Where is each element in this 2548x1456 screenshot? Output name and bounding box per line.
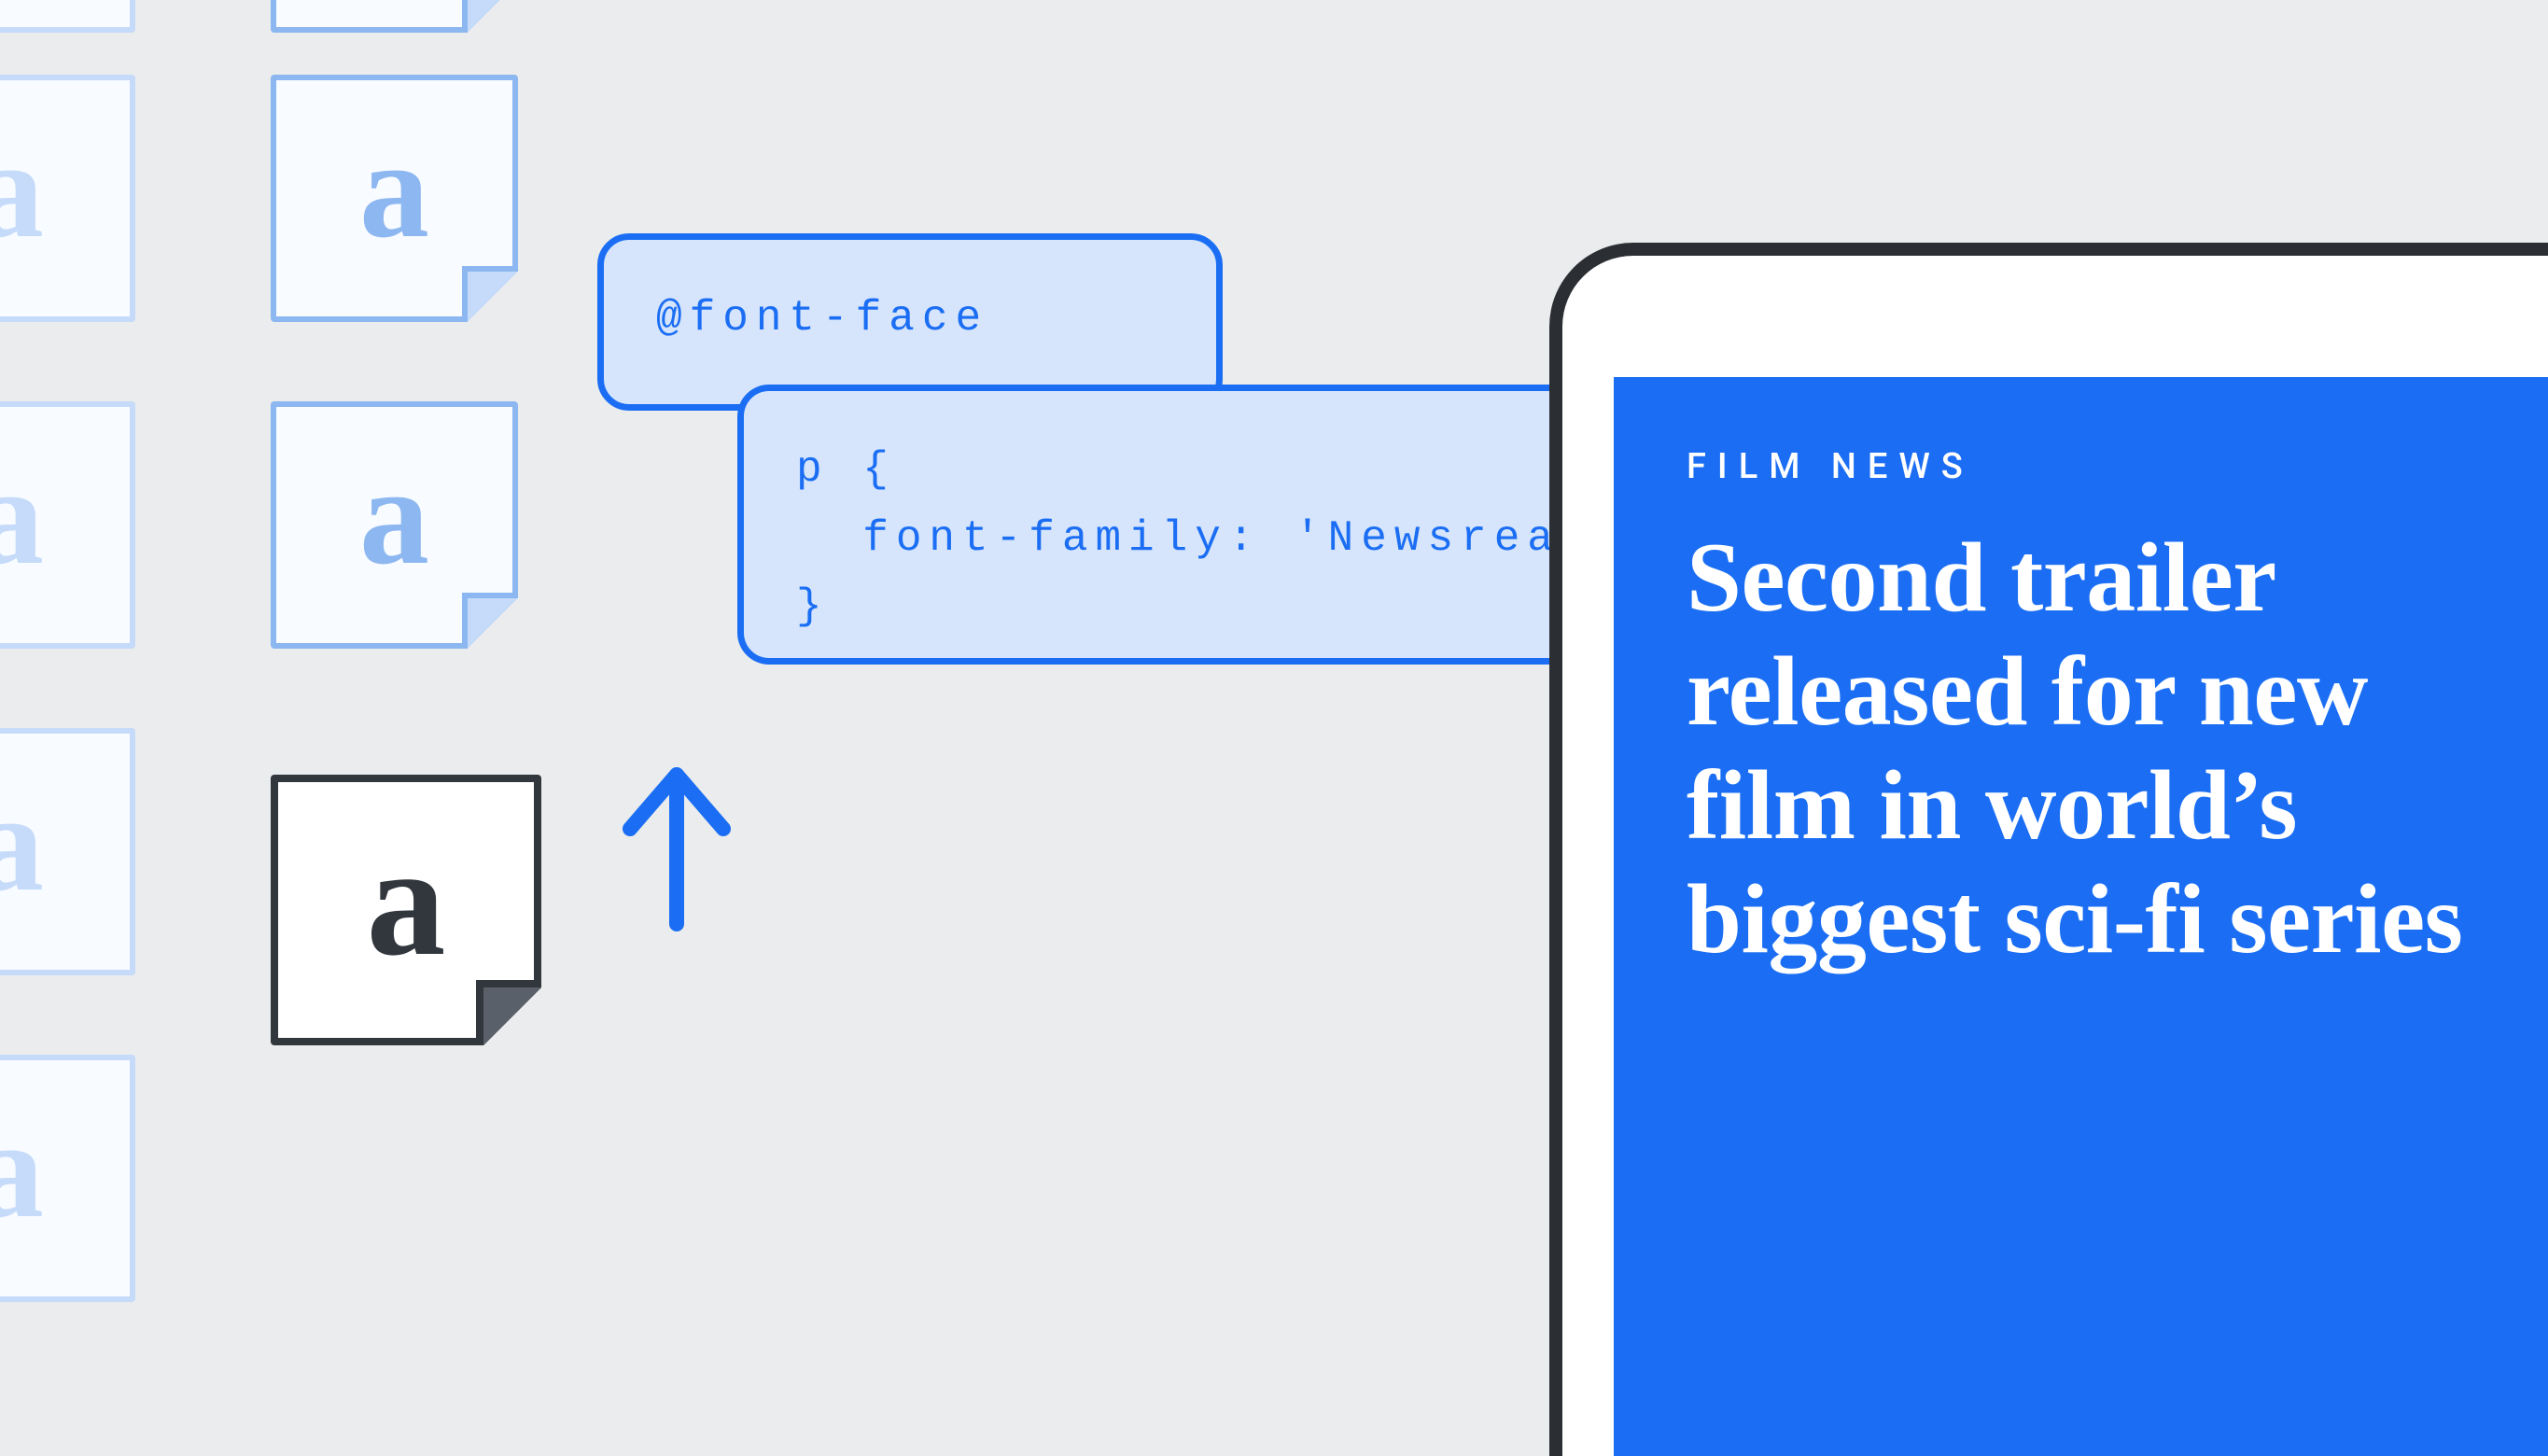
page-fold-icon <box>476 980 541 1045</box>
font-file-tile: a <box>0 401 135 649</box>
article-card: FILM NEWS Second trailer released for ne… <box>1614 377 2548 1456</box>
article-kicker: FILM NEWS <box>1687 446 2513 487</box>
code-snippet-fontfamily: p { font-family: 'Newsrea } <box>737 385 1671 665</box>
font-file-selected: a <box>271 775 541 1045</box>
article-headline: Second trailer released for new film in … <box>1687 521 2513 976</box>
font-file-tile: a <box>0 1055 135 1302</box>
font-file-tile: a <box>271 75 518 322</box>
font-file-tile: a <box>271 0 518 33</box>
device-frame: FILM NEWS Second trailer released for ne… <box>1549 243 2548 1456</box>
font-file-tile: a <box>0 0 135 33</box>
illustration-stage: a a a a a a a a a @font-face p { font-fa… <box>0 0 2548 1372</box>
font-file-tile: a <box>0 75 135 322</box>
font-file-tile: a <box>0 728 135 975</box>
upload-arrow-icon <box>607 756 747 933</box>
font-file-tile: a <box>271 401 518 649</box>
